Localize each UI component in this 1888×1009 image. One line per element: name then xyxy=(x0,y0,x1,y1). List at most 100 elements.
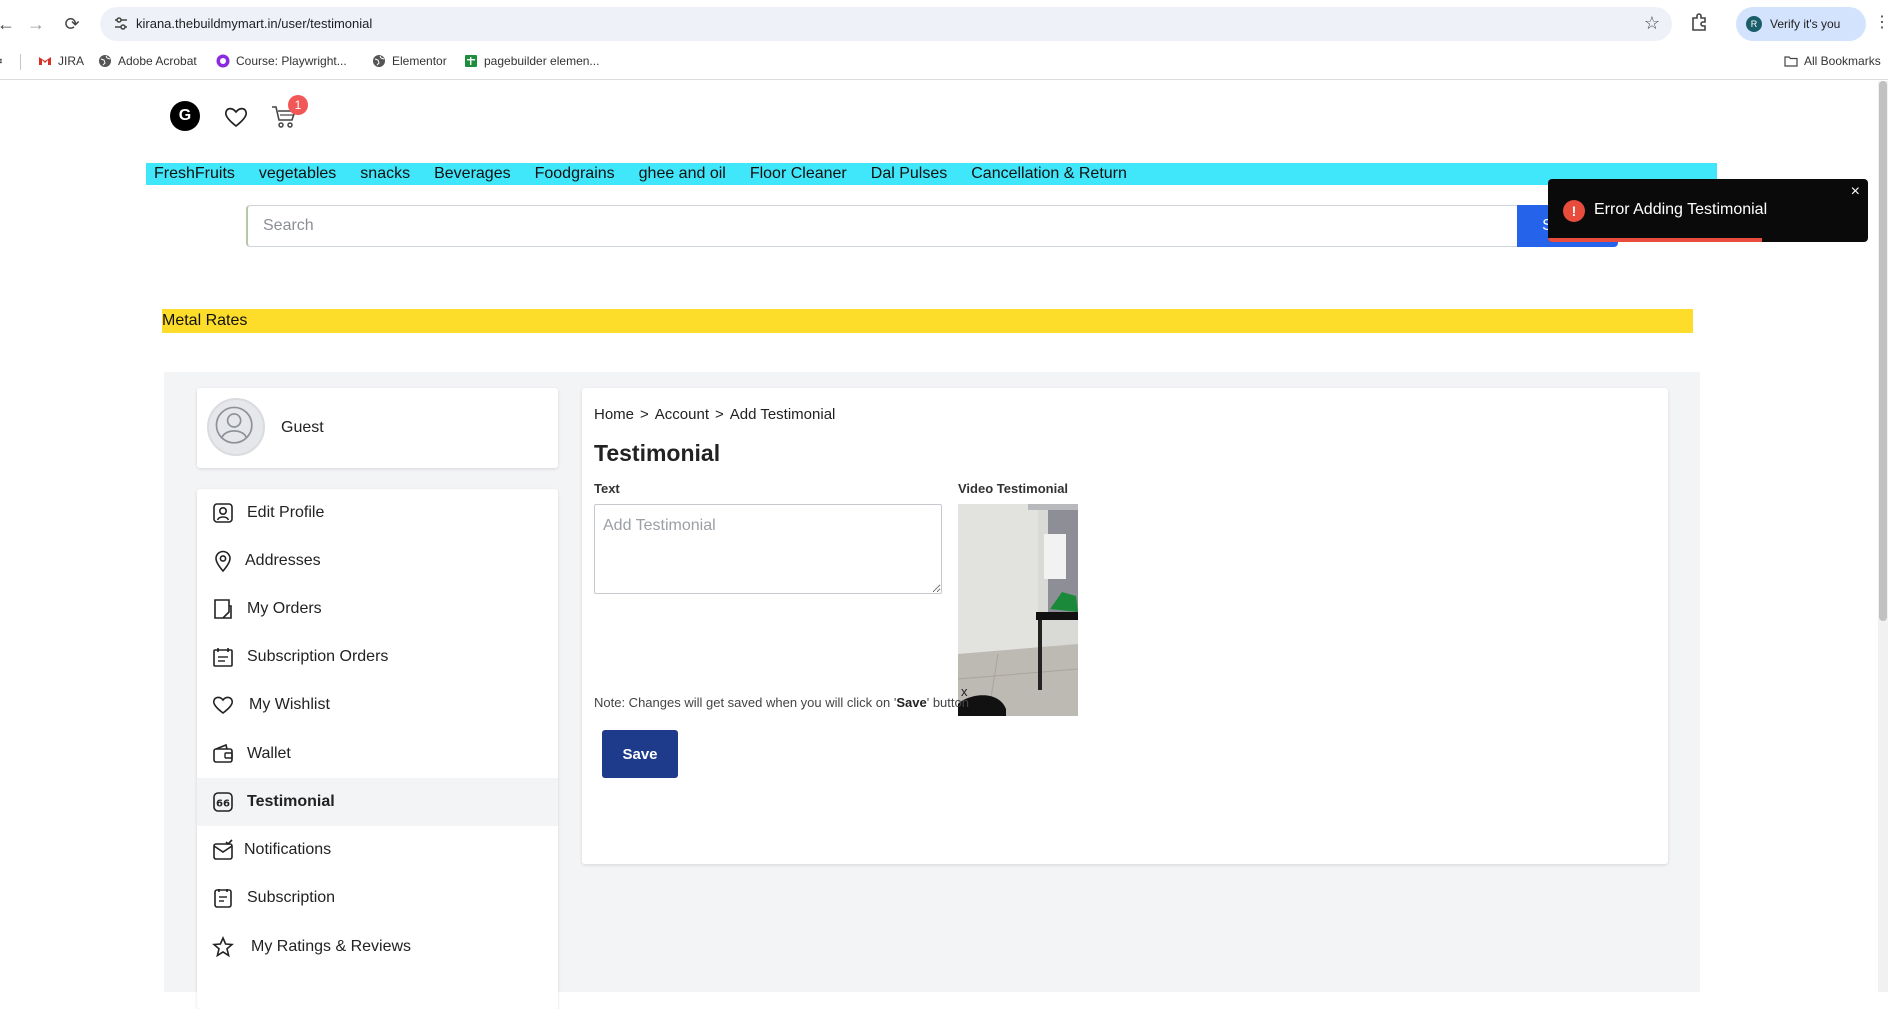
category-freshfruits[interactable]: FreshFruits xyxy=(154,165,235,183)
profile-button[interactable]: R Verify it's you xyxy=(1736,7,1866,41)
site-settings-icon[interactable] xyxy=(112,15,130,33)
heart-icon xyxy=(212,696,234,715)
category-foodgrains[interactable]: Foodgrains xyxy=(535,165,615,183)
sidebar-item-label: Edit Profile xyxy=(247,504,325,521)
apps-grid-icon[interactable] xyxy=(0,54,6,68)
quote-icon: 66 xyxy=(213,792,233,812)
sidebar-item-wallet[interactable]: Wallet xyxy=(197,730,558,778)
browser-menu-icon[interactable]: ⋮ xyxy=(1874,12,1888,32)
orders-icon xyxy=(214,599,232,619)
forward-arrow-icon[interactable]: → xyxy=(22,10,50,38)
sidebar-item-my-wishlist[interactable]: My Wishlist xyxy=(197,681,558,729)
profile-avatar: R xyxy=(1746,16,1762,32)
browser-chrome: ← → ⟳ kirana.thebuildmymart.in/user/test… xyxy=(0,0,1888,80)
breadcrumb-account[interactable]: Account xyxy=(655,406,709,423)
wishlist-heart-icon[interactable] xyxy=(223,104,249,130)
sidebar-item-edit-profile[interactable]: Edit Profile xyxy=(197,489,558,537)
address-bar[interactable]: kirana.thebuildmymart.in/user/testimonia… xyxy=(100,7,1672,41)
save-button[interactable]: Save xyxy=(602,730,678,778)
url-text: kirana.thebuildmymart.in/user/testimonia… xyxy=(136,16,373,31)
video-label: Video Testimonial xyxy=(958,481,1069,496)
user-name: Guest xyxy=(281,419,324,436)
breadcrumb-separator: > xyxy=(640,406,649,423)
sidebar-item-label: Addresses xyxy=(245,552,321,569)
sidebar-item-label: Wallet xyxy=(247,745,291,762)
back-arrow-icon[interactable]: ← xyxy=(0,10,20,38)
mail-check-icon xyxy=(213,839,233,860)
note-text: Note: Changes will get saved when you wi… xyxy=(594,695,897,710)
close-icon[interactable]: × xyxy=(1851,183,1860,201)
scrollbar-thumb[interactable] xyxy=(1879,81,1887,621)
sidebar-item-label: My Wishlist xyxy=(249,696,330,713)
sidebar-item-ratings-reviews[interactable]: My Ratings & Reviews xyxy=(197,923,558,971)
testimonial-textarea[interactable] xyxy=(594,504,942,594)
svg-text:66: 66 xyxy=(216,799,230,810)
location-pin-icon xyxy=(215,550,231,573)
search-bar: Search xyxy=(246,205,1618,247)
error-icon: ! xyxy=(1563,200,1585,222)
search-input[interactable] xyxy=(246,205,1518,247)
all-bookmarks-label: All Bookmarks xyxy=(1804,54,1881,68)
video-preview[interactable] xyxy=(958,504,1078,716)
toast-message: Error Adding Testimonial xyxy=(1594,201,1768,218)
bookmark-elementor[interactable]: Elementor xyxy=(372,54,447,68)
avatar xyxy=(207,398,265,456)
site-logo[interactable]: G xyxy=(170,101,200,131)
bookmarks-bar: JIRA Adobe Acrobat Course: Playwright...… xyxy=(0,50,1888,72)
reload-icon[interactable]: ⟳ xyxy=(58,10,86,38)
gmail-icon xyxy=(39,57,51,65)
category-floor-cleaner[interactable]: Floor Cleaner xyxy=(750,165,847,183)
category-cancellation-return[interactable]: Cancellation & Return xyxy=(971,165,1127,183)
video-thumbnail xyxy=(958,504,1078,716)
page: G 1 FreshFruits vegetables snacks Bevera… xyxy=(0,81,1888,1009)
category-dal-pulses[interactable]: Dal Pulses xyxy=(871,165,947,183)
sidebar-item-my-orders[interactable]: My Orders xyxy=(197,585,558,633)
user-avatar-icon xyxy=(215,406,253,444)
breadcrumb-home[interactable]: Home xyxy=(594,406,634,423)
error-toast: ! Error Adding Testimonial × xyxy=(1548,179,1868,242)
bookmark-pagebuilder[interactable]: pagebuilder elemen... xyxy=(464,54,599,68)
sidebar-item-subscription[interactable]: Subscription xyxy=(197,874,558,922)
sidebar-item-label: Notifications xyxy=(244,841,332,858)
sidebar-item-notifications[interactable]: Notifications xyxy=(197,826,558,874)
sidebar-item-subscription-orders[interactable]: Subscription Orders xyxy=(197,633,558,681)
sidebar-item-label: My Orders xyxy=(247,600,322,617)
profile-label: Verify it's you xyxy=(1770,17,1841,31)
bookmark-star-icon[interactable]: ☆ xyxy=(1644,13,1660,34)
star-icon xyxy=(212,935,234,958)
note-text: ' button xyxy=(926,695,969,710)
category-nav: FreshFruits vegetables snacks Beverages … xyxy=(146,163,1717,185)
course-icon xyxy=(216,54,230,68)
category-vegetables[interactable]: vegetables xyxy=(259,165,336,183)
bookmark-course-playwright[interactable]: Course: Playwright... xyxy=(216,54,347,68)
account-menu: Edit Profile Addresses My Orders Subscri… xyxy=(197,489,558,1009)
sidebar-item-testimonial[interactable]: 66 Testimonial xyxy=(197,778,558,826)
category-snacks[interactable]: snacks xyxy=(360,165,410,183)
bookmark-label: JIRA xyxy=(58,54,85,68)
receipt-icon xyxy=(214,889,232,908)
note-bold: Save xyxy=(896,695,927,710)
extensions-icon[interactable] xyxy=(1688,11,1710,33)
page-scrollbar[interactable] xyxy=(1878,81,1888,992)
bookmark-jira[interactable]: JIRA xyxy=(38,54,84,68)
all-bookmarks[interactable]: All Bookmarks xyxy=(1784,54,1881,68)
bookmark-label: Elementor xyxy=(392,54,447,68)
calendar-icon xyxy=(213,648,233,667)
category-ghee-and-oil[interactable]: ghee and oil xyxy=(639,165,726,183)
sheets-icon xyxy=(465,55,477,67)
metal-rates-bar[interactable]: Metal Rates xyxy=(162,309,1693,333)
toast-progress-bar xyxy=(1548,238,1763,242)
bookmark-label: pagebuilder elemen... xyxy=(484,54,600,68)
breadcrumb: Home > Account > Add Testimonial xyxy=(594,406,835,423)
sidebar-item-label: Subscription Orders xyxy=(247,648,389,665)
category-beverages[interactable]: Beverages xyxy=(434,165,511,183)
user-card: Guest xyxy=(197,388,558,468)
testimonial-panel: Home > Account > Add Testimonial Testimo… xyxy=(582,388,1668,864)
breadcrumb-separator: > xyxy=(714,406,724,423)
save-note: Note: Changes will get saved when you wi… xyxy=(594,695,969,710)
sidebar-item-label: My Ratings & Reviews xyxy=(251,938,412,955)
sidebar-item-addresses[interactable]: Addresses xyxy=(197,537,558,585)
bookmarks-separator xyxy=(20,54,21,70)
folder-icon xyxy=(1784,56,1798,67)
bookmark-adobe-acrobat[interactable]: Adobe Acrobat xyxy=(98,54,197,68)
